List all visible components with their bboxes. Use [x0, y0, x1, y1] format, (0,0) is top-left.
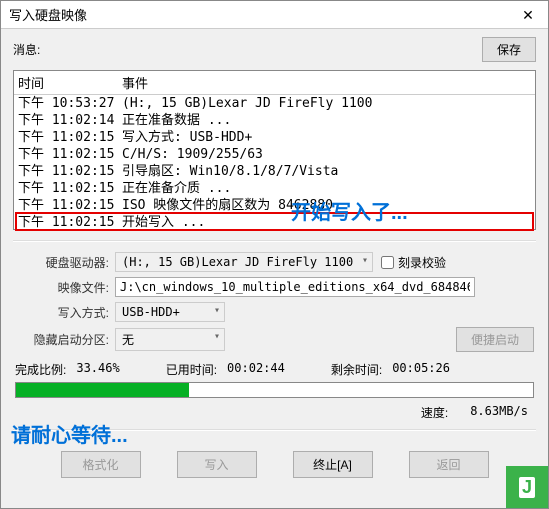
speed-label: 速度:	[421, 404, 448, 421]
progress-bar	[15, 382, 534, 398]
drive-combo[interactable]: (H:, 15 GB)Lexar JD FireFly 1100	[115, 252, 373, 272]
portable-boot-button: 便捷启动	[456, 327, 534, 352]
divider	[13, 240, 536, 242]
col-event[interactable]: 事件	[122, 73, 535, 92]
save-button[interactable]: 保存	[482, 37, 536, 62]
write-button: 写入	[177, 451, 257, 478]
abort-button[interactable]: 终止[A]	[293, 451, 373, 478]
log-row: 下午 11:02:15C/H/S: 1909/255/63	[14, 146, 535, 163]
image-input[interactable]	[115, 277, 475, 297]
log-row: 下午 10:53:27(H:, 15 GB)Lexar JD FireFly 1…	[14, 95, 535, 112]
window-title: 写入硬盘映像	[9, 5, 87, 24]
log-row: 下午 11:02:15引导扇区: Win10/8.1/8/7/Vista	[14, 163, 535, 180]
remain-label: 剩余时间:	[331, 361, 382, 378]
titlebar: 写入硬盘映像 ✕	[1, 1, 548, 29]
speed-value: 8.63MB/s	[470, 404, 528, 421]
complete-label: 完成比例:	[15, 361, 66, 378]
image-label: 映像文件:	[15, 279, 115, 296]
format-button: 格式化	[61, 451, 141, 478]
hidden-combo[interactable]: 无	[115, 328, 225, 351]
message-row: 消息: 保存	[1, 29, 548, 66]
verify-checkbox-input[interactable]	[381, 256, 394, 269]
annotation-wait: 请耐心等待...	[11, 419, 128, 448]
corner-logo: J	[506, 466, 548, 508]
log-row: 下午 11:02:14正在准备数据 ...	[14, 112, 535, 129]
form-area: 硬盘驱动器: (H:, 15 GB)Lexar JD FireFly 1100 …	[1, 248, 548, 352]
elapsed-label: 已用时间:	[166, 361, 217, 378]
dialog-window: 写入硬盘映像 ✕ 消息: 保存 时间 事件 下午 10:53:27(H:, 15…	[0, 0, 549, 509]
remain-value: 00:05:26	[392, 361, 450, 378]
close-button[interactable]: ✕	[508, 1, 548, 29]
log-row: 下午 11:02:15写入方式: USB-HDD+	[14, 129, 535, 146]
log-header: 时间 事件	[14, 71, 535, 95]
mode-label: 写入方式:	[15, 304, 115, 321]
drive-label: 硬盘驱动器:	[15, 254, 115, 271]
logo-letter: J	[519, 477, 535, 498]
message-label: 消息:	[13, 41, 40, 58]
col-time[interactable]: 时间	[14, 73, 122, 92]
back-button: 返回	[409, 451, 489, 478]
verify-label: 刻录校验	[398, 254, 446, 271]
log-row: 下午 11:02:15ISO 映像文件的扇区数为 8462880	[14, 197, 535, 214]
mode-combo[interactable]: USB-HDD+	[115, 302, 225, 322]
stats-row: 完成比例: 33.46% 已用时间: 00:02:44 剩余时间: 00:05:…	[1, 357, 548, 380]
log-rows: 下午 10:53:27(H:, 15 GB)Lexar JD FireFly 1…	[14, 95, 535, 231]
hidden-label: 隐藏启动分区:	[15, 331, 115, 348]
log-area[interactable]: 时间 事件 下午 10:53:27(H:, 15 GB)Lexar JD Fir…	[13, 70, 536, 230]
verify-checkbox[interactable]: 刻录校验	[381, 254, 446, 271]
log-row: 下午 11:02:15正在准备介质 ...	[14, 180, 535, 197]
progress-fill	[16, 383, 189, 397]
log-row: 下午 11:02:15开始写入 ...	[14, 214, 535, 231]
elapsed-value: 00:02:44	[227, 361, 285, 378]
annotation-start: 开始写入了...	[291, 196, 408, 225]
complete-value: 33.46%	[76, 361, 119, 378]
